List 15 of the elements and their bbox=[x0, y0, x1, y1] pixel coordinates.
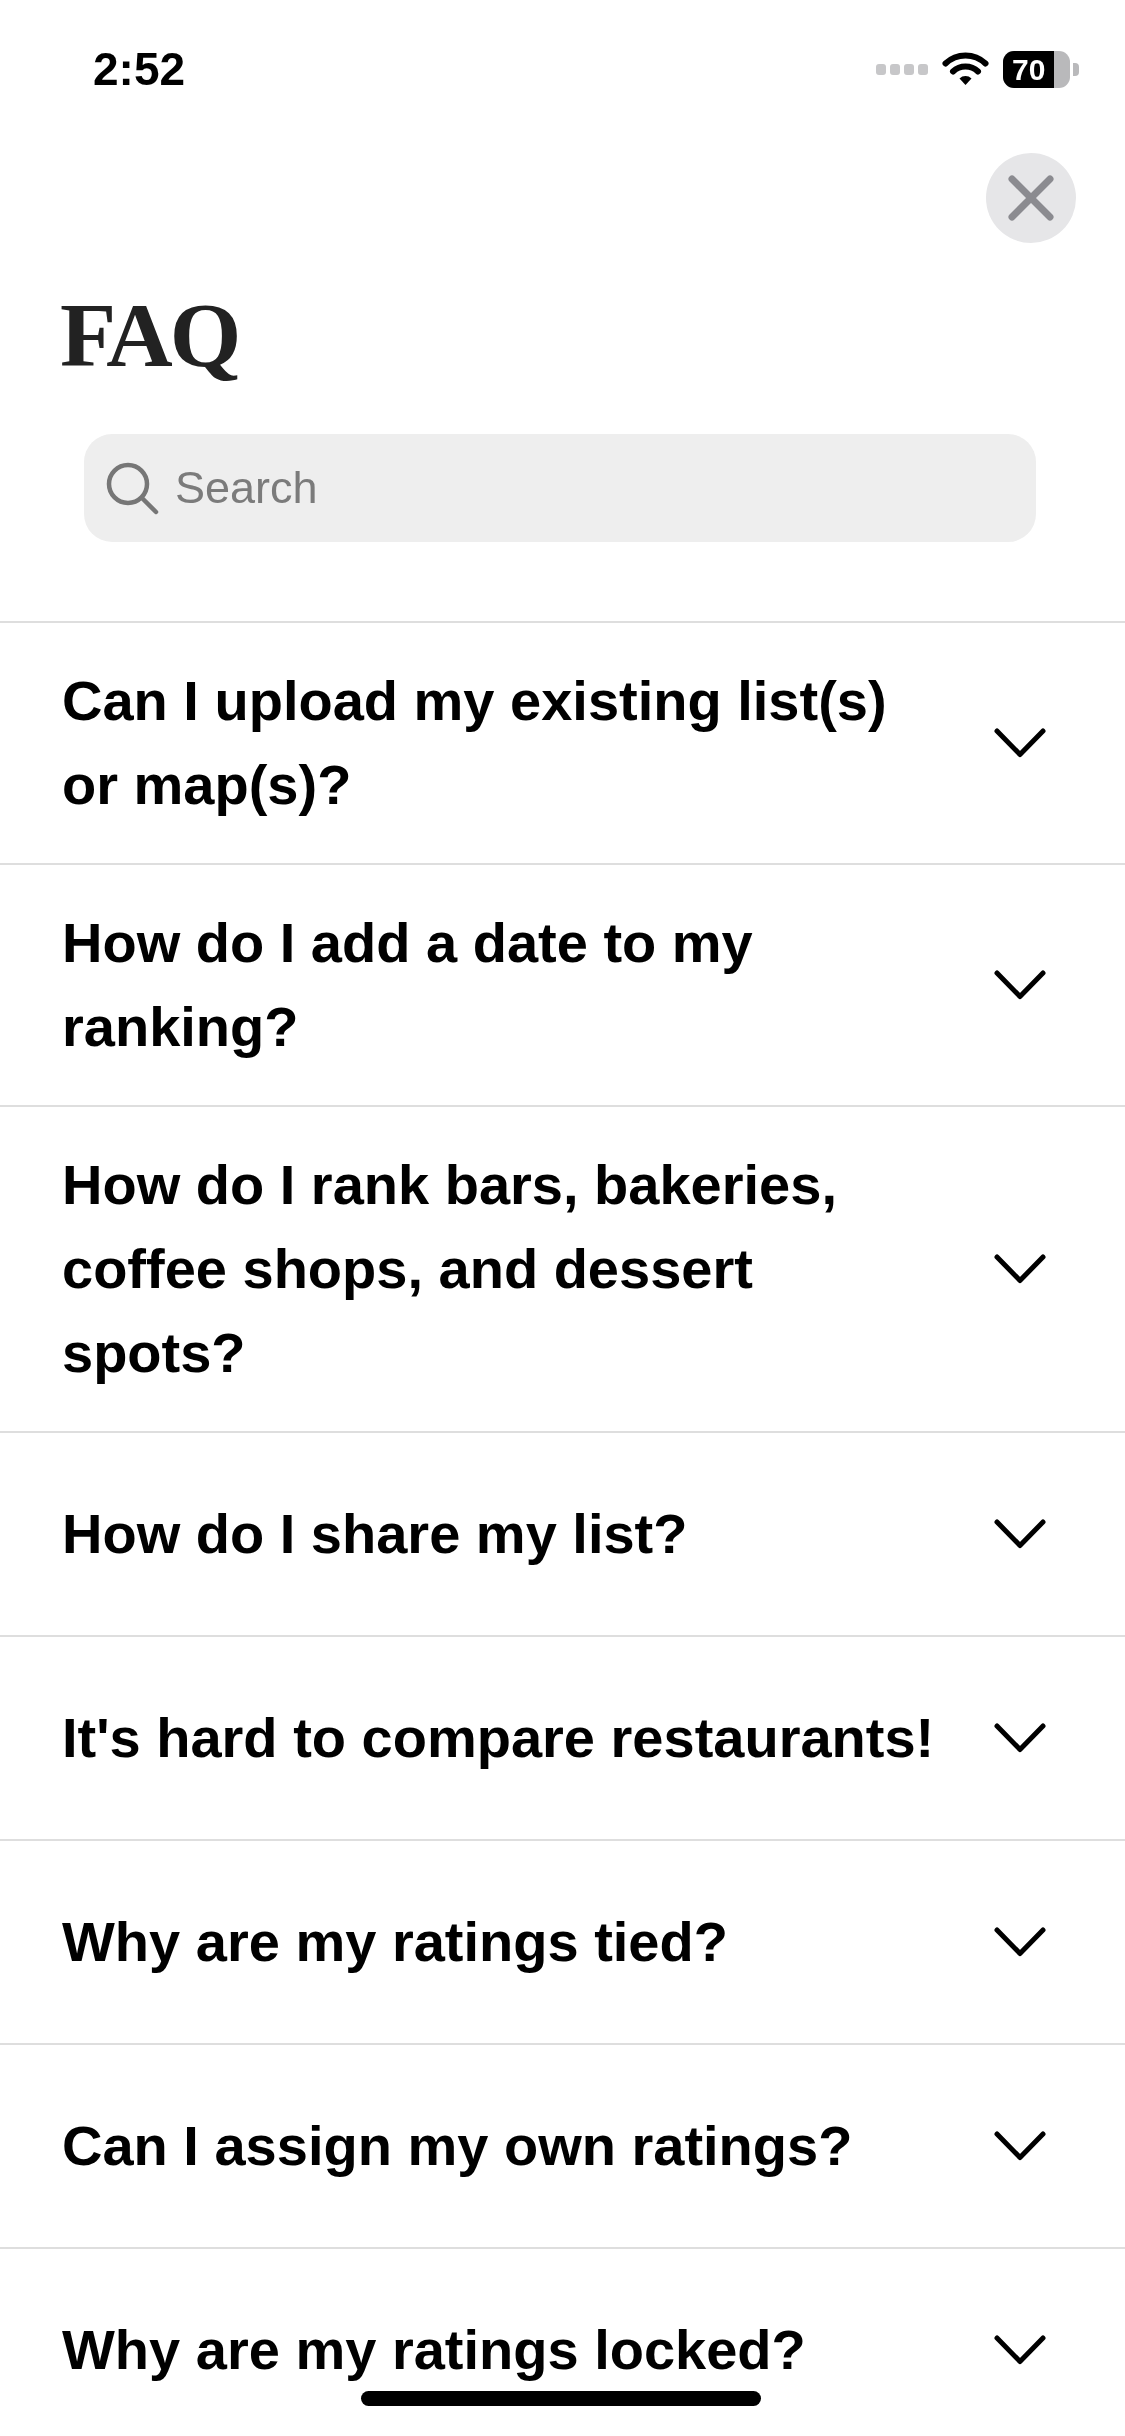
signal-icon bbox=[876, 63, 928, 75]
faq-item[interactable]: How do I rank bars, bakeries, coffee shops, and dessert spots? bbox=[0, 1107, 1125, 1433]
battery-indicator: 70 bbox=[1003, 50, 1079, 88]
search-icon bbox=[105, 461, 159, 515]
close-icon bbox=[1008, 175, 1054, 221]
faq-item[interactable]: Why are my ratings tied? bbox=[0, 1841, 1125, 2045]
faq-item[interactable]: How do I add a date to my ranking? bbox=[0, 865, 1125, 1107]
faq-item[interactable]: Can I upload my existing list(s) or map(s)? bbox=[0, 623, 1125, 865]
faq-item[interactable]: Can I assign my own ratings? bbox=[0, 2045, 1125, 2249]
search-field[interactable]: Search bbox=[84, 434, 1036, 542]
faq-item[interactable]: It's hard to compare restaurants! bbox=[0, 1637, 1125, 1841]
status-time: 2:52 bbox=[93, 43, 186, 95]
faq-item[interactable]: How do I share my list? bbox=[0, 1433, 1125, 1637]
page-title: FAQ bbox=[60, 289, 239, 381]
wifi-icon bbox=[942, 52, 989, 86]
